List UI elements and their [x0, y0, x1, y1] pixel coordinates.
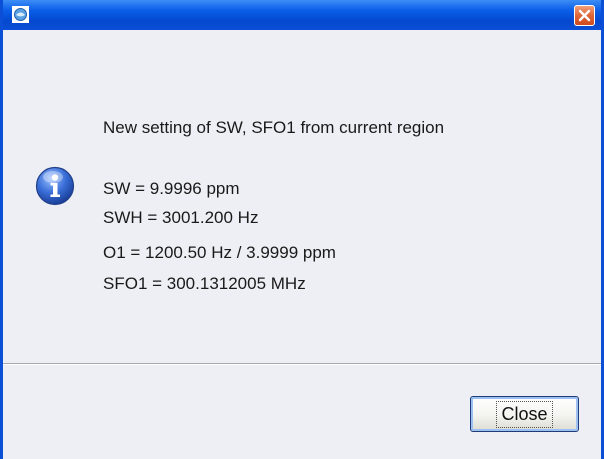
java-cup-icon [12, 6, 29, 23]
dialog-content: New setting of SW, SFO1 from current reg… [3, 30, 601, 364]
close-button-label: Close [496, 400, 553, 428]
footer-divider [3, 363, 601, 365]
message-line-sw: SW = 9.9996 ppm [103, 179, 240, 198]
message-line-o1: O1 = 1200.50 Hz / 3.9999 ppm [103, 243, 336, 262]
message-heading: New setting of SW, SFO1 from current reg… [103, 118, 445, 137]
close-icon[interactable] [574, 5, 595, 26]
dialog-window: New setting of SW, SFO1 from current reg… [0, 0, 604, 459]
message-line-swh: SWH = 3001.200 Hz [103, 208, 259, 227]
info-icon [35, 166, 75, 206]
message-line-sfo1: SFO1 = 300.1312005 MHz [103, 274, 306, 293]
title-bar[interactable] [3, 0, 601, 30]
close-button[interactable]: Close [470, 396, 579, 432]
